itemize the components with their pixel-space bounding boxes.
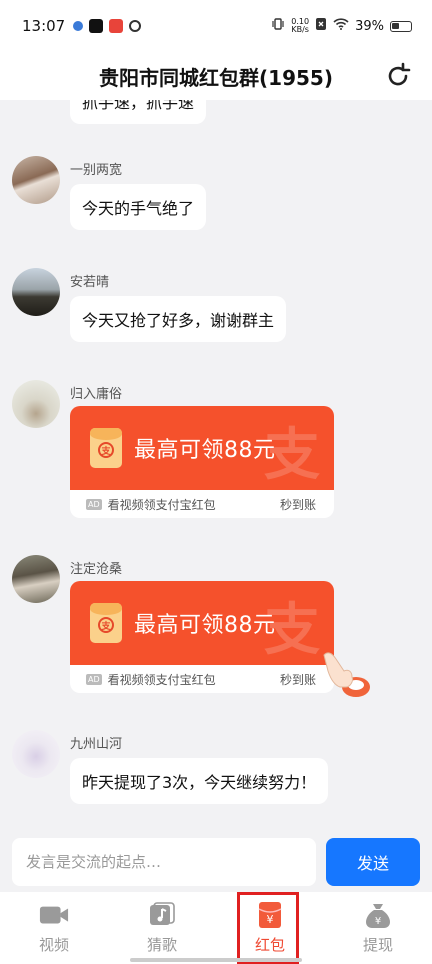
bottom-tab-bar: 视频 猜歌 ¥ 红包 ¥ 提现 bbox=[0, 892, 432, 964]
red-packet-right-label: 秒到账 bbox=[279, 672, 316, 687]
music-icon bbox=[147, 902, 177, 928]
svg-text:¥: ¥ bbox=[375, 916, 381, 927]
avatar[interactable] bbox=[12, 730, 60, 778]
alipay-watermark-icon: 支 bbox=[264, 423, 320, 488]
tab-withdraw[interactable]: ¥ 提现 bbox=[324, 892, 432, 964]
money-bag-icon: ¥ bbox=[363, 902, 393, 928]
avatar[interactable] bbox=[12, 156, 60, 204]
message-text: 今天的手气绝了 bbox=[82, 199, 195, 218]
nickname: 注定沧桑 bbox=[70, 562, 123, 577]
message-bubble[interactable]: 昨天提现了3次，今天继续努力！ bbox=[70, 758, 329, 804]
message-bubble[interactable]: 抓手速，抓手速 bbox=[70, 100, 207, 124]
alipay-watermark-icon: 支 bbox=[264, 598, 320, 663]
red-packet-card[interactable]: 支 最高可领88元 支 AD 看视频领支付宝红包 秒到账 bbox=[70, 406, 334, 518]
nickname: 一别两宽 bbox=[70, 163, 123, 178]
red-packet-icon: ¥ bbox=[255, 902, 285, 928]
page-title: 贵阳市同城红包群(1955) bbox=[99, 65, 333, 90]
nickname: 归入庸俗 bbox=[70, 387, 123, 402]
red-envelope-icon: 支 bbox=[90, 428, 122, 468]
message-text: 今天又抢了好多，谢谢群主 bbox=[82, 311, 275, 330]
red-packet-footer: AD 看视频领支付宝红包 秒到账 bbox=[70, 665, 334, 693]
chat-list[interactable]: 抓手速，抓手速 一别两宽 今天的手气绝了 安若晴 今天又抢了好多，谢谢群主 归入… bbox=[0, 100, 432, 830]
ad-badge: AD bbox=[86, 673, 102, 685]
wifi-icon bbox=[333, 18, 349, 34]
tab-label: 视频 bbox=[38, 936, 69, 954]
app-badge-icon bbox=[109, 19, 124, 33]
red-packet-subtitle: 看视频领支付宝红包 bbox=[107, 672, 216, 687]
tab-video[interactable]: 视频 bbox=[0, 892, 108, 964]
avatar[interactable] bbox=[12, 268, 60, 316]
home-indicator bbox=[130, 958, 302, 962]
red-packet-title: 最高可领88元 bbox=[134, 613, 276, 638]
message-text: 昨天提现了3次，今天继续努力！ bbox=[82, 773, 317, 792]
red-packet-footer: AD 看视频领支付宝红包 秒到账 bbox=[70, 490, 334, 518]
input-bar: 发送 bbox=[0, 830, 432, 892]
message-text: 抓手速，抓手速 bbox=[82, 100, 195, 112]
red-envelope-icon: 支 bbox=[90, 603, 122, 643]
tiktok-icon bbox=[89, 19, 104, 33]
nickname: 安若晴 bbox=[70, 275, 110, 290]
refresh-icon bbox=[388, 62, 411, 86]
message-bubble[interactable]: 今天的手气绝了 bbox=[70, 184, 207, 230]
status-time: 13:07 bbox=[22, 17, 66, 35]
red-packet-subtitle: 看视频领支付宝红包 bbox=[107, 497, 216, 512]
red-packet-banner: 支 最高可领88元 支 bbox=[70, 581, 334, 665]
no-sim-icon bbox=[315, 17, 327, 35]
chat-header: 贵阳市同城红包群(1955) bbox=[0, 52, 432, 100]
avatar[interactable] bbox=[12, 555, 60, 603]
tab-label: 红包 bbox=[254, 936, 285, 954]
tab-red-packet[interactable]: ¥ 红包 bbox=[216, 892, 324, 964]
tab-label: 猜歌 bbox=[146, 936, 177, 954]
avatar[interactable] bbox=[12, 380, 60, 428]
red-packet-banner: 支 最高可领88元 支 bbox=[70, 406, 334, 490]
net-speed: 0.10 KB/s bbox=[291, 18, 309, 34]
red-packet-title: 最高可领88元 bbox=[134, 438, 276, 463]
svg-text:¥: ¥ bbox=[267, 913, 274, 926]
message-bubble[interactable]: 今天又抢了好多，谢谢群主 bbox=[70, 296, 287, 342]
battery-text: 39% bbox=[355, 18, 384, 34]
red-packet-card[interactable]: 支 最高可领88元 支 AD 看视频领支付宝红包 秒到账 bbox=[70, 581, 334, 693]
send-button[interactable]: 发送 bbox=[326, 838, 420, 886]
alipay-icon: 支 bbox=[98, 442, 114, 458]
battery-icon bbox=[390, 20, 412, 32]
nickname: 九州山河 bbox=[70, 737, 123, 752]
net-speed-unit: KB/s bbox=[291, 25, 309, 34]
video-icon bbox=[39, 902, 69, 928]
app-notification-icon bbox=[73, 21, 84, 31]
message-input[interactable] bbox=[12, 838, 316, 886]
alipay-icon: 支 bbox=[98, 617, 114, 633]
vibrate-icon bbox=[271, 17, 285, 35]
red-packet-right-label: 秒到账 bbox=[279, 497, 316, 512]
link-app-icon bbox=[129, 20, 142, 32]
tab-label: 提现 bbox=[362, 936, 393, 954]
tap-hand-icon bbox=[318, 647, 376, 705]
tab-guess-song[interactable]: 猜歌 bbox=[108, 892, 216, 964]
refresh-button[interactable] bbox=[382, 60, 414, 92]
status-bar: 13:07 0.10 KB/s 39% bbox=[0, 0, 432, 52]
ad-badge: AD bbox=[86, 498, 102, 510]
